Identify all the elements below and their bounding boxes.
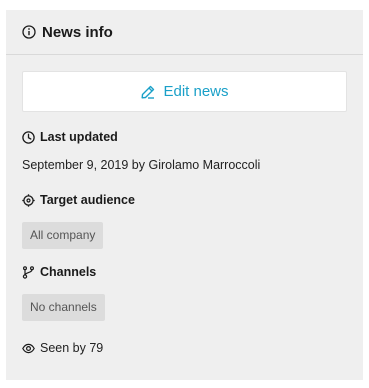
target-audience-label: Target audience — [22, 192, 347, 208]
channels-label: Channels — [22, 264, 347, 280]
panel-header: News info — [6, 10, 363, 55]
seen-by-text: Seen by 79 — [40, 341, 104, 355]
edit-news-button[interactable]: Edit news — [22, 71, 347, 112]
clock-icon — [22, 130, 35, 144]
audience-chip: All company — [22, 222, 104, 249]
last-updated-label: Last updated — [22, 129, 347, 145]
pencil-icon — [141, 85, 155, 99]
last-updated-heading: Last updated — [40, 130, 118, 144]
branch-icon — [22, 265, 35, 279]
panel-title: News info — [42, 23, 113, 41]
target-audience-heading: Target audience — [40, 193, 135, 207]
news-info-panel: News info Edit news Last updated Septemb… — [6, 10, 363, 380]
target-icon — [22, 193, 35, 207]
eye-icon — [22, 343, 35, 353]
seen-by-row: Seen by 79 — [22, 341, 347, 355]
edit-news-label: Edit news — [163, 83, 229, 100]
info-icon — [22, 25, 36, 39]
last-updated-value: September 9, 2019 by Girolamo Marroccoli — [22, 158, 261, 172]
channels-heading: Channels — [40, 265, 97, 279]
channels-chip: No channels — [22, 294, 105, 321]
